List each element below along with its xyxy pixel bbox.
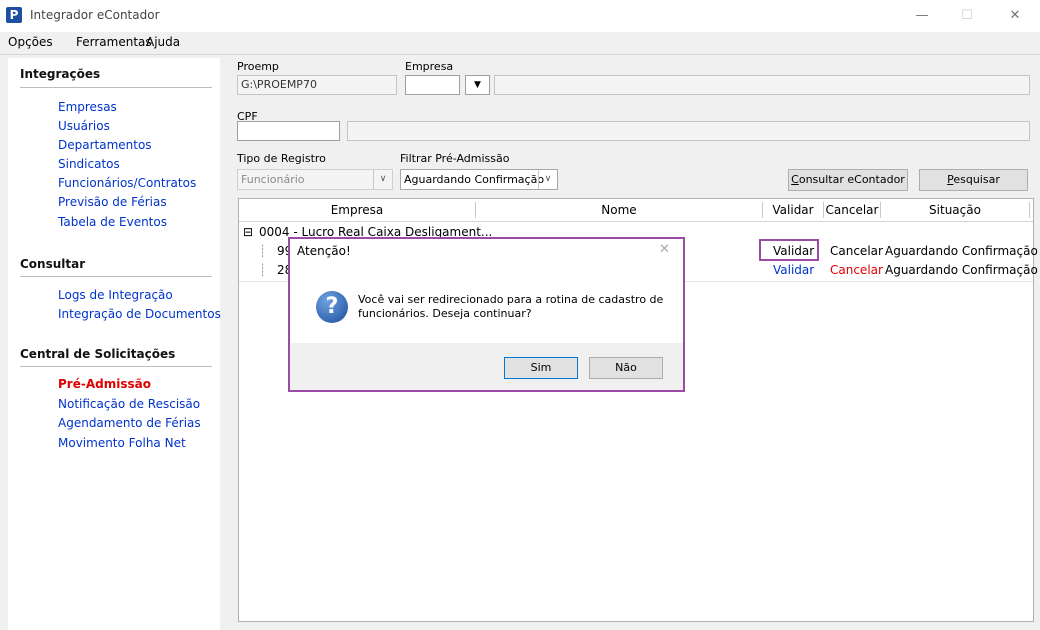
section-central-title: Central de Solicitações [20, 347, 176, 361]
tipo-registro-select[interactable]: Funcionário ∨ [237, 169, 393, 190]
col-cancelar[interactable]: Cancelar [824, 199, 880, 221]
menu-ferramentas[interactable]: Ferramentas [76, 35, 152, 49]
dialog-message-line: Você vai ser redirecionado para a rotina… [358, 293, 664, 306]
section-integracoes-title: Integrações [20, 67, 101, 81]
menu-ajuda[interactable]: Ajuda [146, 35, 180, 49]
nav-usuarios[interactable]: Usuários [58, 119, 110, 133]
dialog-footer: Sim Não [290, 343, 683, 390]
maximize-button[interactable]: ☐ [950, 4, 984, 28]
cancelar-link[interactable]: Cancelar [830, 244, 883, 258]
divider [20, 366, 212, 367]
chevron-down-icon: ∨ [373, 170, 392, 189]
title-bar: P Integrador eContador — ☐ ✕ [0, 0, 1040, 32]
nav-pre-admissao[interactable]: Pré-Admissão [58, 377, 151, 391]
minimize-button[interactable]: — [905, 4, 939, 28]
nav-previsao-ferias[interactable]: Previsão de Férias [58, 195, 167, 209]
nav-tabela-eventos[interactable]: Tabela de Eventos [58, 215, 167, 229]
menu-opcoes[interactable]: Opções [8, 35, 53, 49]
collapse-toggle-icon[interactable]: ⊟ [243, 225, 253, 239]
filtrar-value: Aguardando Confirmação [404, 173, 545, 186]
yes-button[interactable]: Sim [504, 357, 578, 379]
dialog-message-line: funcionários. Deseja continuar? [358, 307, 532, 320]
nav-sindicatos[interactable]: Sindicatos [58, 157, 120, 171]
tree-connector: ┊ [259, 244, 267, 258]
cpf-field[interactable] [237, 121, 340, 141]
consultar-econtador-button[interactable]: Consultar eContador [788, 169, 908, 191]
question-icon: ? [316, 291, 348, 323]
empresa-name-field [494, 75, 1030, 95]
empresa-label: Empresa [405, 60, 454, 73]
sidebar: Integrações Empresas Usuários Departamen… [8, 58, 221, 630]
tipo-registro-value: Funcionário [241, 173, 305, 186]
no-button[interactable]: Não [589, 357, 663, 379]
filtrar-select[interactable]: Aguardando Confirmação ∨ [400, 169, 558, 190]
cpf-name-field [347, 121, 1030, 141]
nav-empresas[interactable]: Empresas [58, 100, 117, 114]
chevron-down-icon: ▼ [474, 80, 481, 90]
col-situacao[interactable]: Situação [881, 199, 1029, 221]
tipo-registro-label: Tipo de Registro [237, 152, 326, 165]
close-button[interactable]: ✕ [998, 4, 1032, 28]
chevron-down-icon: ∨ [538, 170, 557, 189]
nav-logs-integracao[interactable]: Logs de Integração [58, 288, 173, 302]
grid-header: Empresa Nome Validar Cancelar Situação [239, 199, 1033, 222]
col-empresa[interactable]: Empresa [239, 199, 475, 221]
filtrar-label: Filtrar Pré-Admissão [400, 152, 510, 165]
nav-agendamento-ferias[interactable]: Agendamento de Férias [58, 416, 201, 430]
empresa-dropdown-button[interactable]: ▼ [465, 75, 490, 95]
nav-departamentos[interactable]: Departamentos [58, 138, 152, 152]
validar-link[interactable]: Validar [773, 263, 814, 277]
nav-notificacao-rescisao[interactable]: Notificação de Rescisão [58, 397, 200, 411]
close-icon[interactable]: ✕ [659, 242, 670, 257]
situacao-cell: Aguardando Confirmação [885, 263, 1038, 277]
validar-highlight [759, 239, 819, 261]
window-title: Integrador eContador [30, 8, 160, 22]
cancelar-link[interactable]: Cancelar [830, 263, 883, 277]
divider [20, 276, 212, 277]
nav-movimento-folha[interactable]: Movimento Folha Net [58, 436, 186, 450]
tree-connector: ┊ [259, 263, 267, 277]
divider [20, 87, 212, 88]
menu-bar: Opções Ferramentas Ajuda [0, 32, 1040, 55]
situacao-cell: Aguardando Confirmação [885, 244, 1038, 258]
confirmation-dialog: Atenção! ✕ ? Você vai ser redirecionado … [288, 237, 685, 392]
proemp-field[interactable]: G:\PROEMP70 [237, 75, 397, 95]
nav-integracao-documentos[interactable]: Integração de Documentos [58, 307, 221, 321]
col-validar[interactable]: Validar [763, 199, 823, 221]
col-nome[interactable]: Nome [476, 199, 762, 221]
section-consultar-title: Consultar [20, 257, 86, 271]
dialog-message: Você vai ser redirecionado para a rotina… [358, 293, 663, 321]
empresa-code-field[interactable] [405, 75, 460, 95]
nav-funcionarios[interactable]: Funcionários/Contratos [58, 176, 196, 190]
dialog-title: Atenção! [297, 244, 351, 258]
proemp-label: Proemp [237, 60, 279, 73]
pesquisar-button[interactable]: Pesquisar [919, 169, 1028, 191]
app-icon: P [6, 7, 22, 23]
